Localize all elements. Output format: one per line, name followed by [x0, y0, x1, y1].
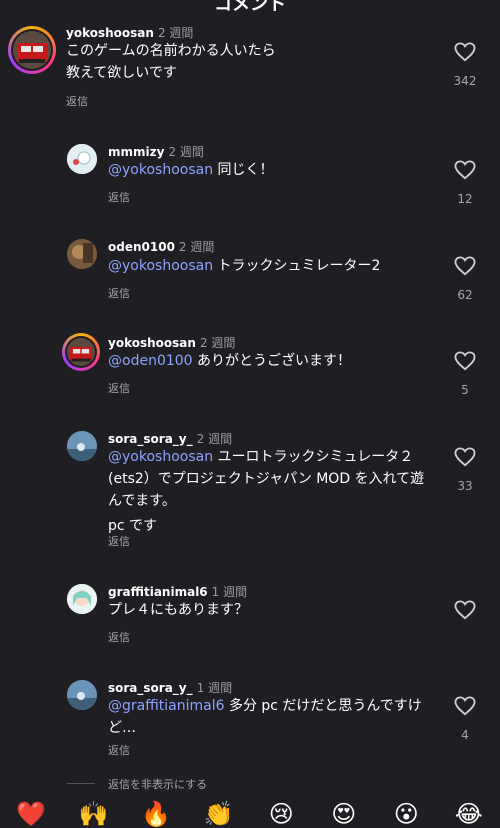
reply-button[interactable]: 返信 [108, 189, 130, 205]
comment-text: @yokoshoosan 同じく！ [108, 162, 274, 178]
sky-photo-image [67, 431, 97, 461]
heart-icon [454, 160, 476, 180]
comment-text: @yokoshoosan ユーロトラックシミュレータ２ (ets2）でプロジェク… [108, 449, 425, 534]
comment-time: 2 週間 [196, 432, 233, 446]
comment-username[interactable]: oden0100 [108, 240, 175, 254]
like-button[interactable]: 342 [445, 42, 485, 88]
heart-eyes-emoji-button[interactable]: 😍 [324, 800, 364, 828]
like-count: 4 [461, 728, 469, 742]
heart-emoji-button[interactable]: ❤️ [11, 800, 51, 828]
like-button[interactable]: 4 [445, 696, 485, 742]
comment-time: 1 週間 [196, 681, 233, 695]
brown-photo-image [67, 239, 97, 269]
red-truck-image [67, 338, 95, 366]
comment-time: 2 週間 [168, 145, 204, 159]
heart-icon [454, 600, 476, 620]
mention-link[interactable]: @graffitianimal6 [108, 698, 225, 714]
crying-emoji-button[interactable]: 😢 [261, 800, 301, 828]
like-button[interactable]: 12 [445, 160, 485, 206]
reply-button[interactable]: 返信 [66, 93, 88, 109]
avatar[interactable] [62, 333, 100, 371]
page-title: コメント [214, 0, 286, 15]
emoji-reaction-bar: ❤️ 🙌 🔥 👏 😢 😍 😮 😂 [0, 800, 500, 828]
reply-button[interactable]: 返信 [108, 629, 130, 645]
clapping-emoji-button[interactable]: 👏 [199, 800, 239, 828]
heart-icon [454, 256, 476, 276]
raised-hands-emoji-button[interactable]: 🙌 [74, 800, 114, 828]
like-button[interactable]: 5 [445, 351, 485, 397]
reply-button[interactable]: 返信 [108, 742, 130, 758]
like-count: 33 [457, 479, 473, 493]
reply-button[interactable]: 返信 [108, 533, 130, 549]
mention-link[interactable]: @yokoshoosan [108, 162, 213, 178]
like-count: 342 [453, 74, 477, 88]
like-count: 5 [461, 383, 469, 397]
avatar[interactable] [67, 431, 97, 461]
comment-time: 2 週間 [178, 240, 215, 254]
anime-girl-image [67, 584, 97, 614]
like-button[interactable]: 62 [445, 256, 485, 302]
avatar[interactable] [67, 584, 97, 614]
heart-icon [454, 447, 476, 467]
laughing-emoji-button[interactable]: 😂 [449, 800, 489, 828]
comment-username[interactable]: sora_sora_y_ [108, 432, 193, 446]
heart-icon [454, 351, 476, 371]
comment-username[interactable]: sora_sora_y_ [108, 681, 193, 695]
heart-icon [454, 696, 476, 716]
reply-button[interactable]: 返信 [108, 285, 130, 301]
comment-time: 2 週間 [157, 26, 194, 40]
avatar[interactable] [67, 239, 97, 269]
avatar[interactable] [8, 26, 56, 74]
red-truck-image [13, 31, 51, 69]
like-button[interactable] [445, 600, 485, 632]
comments-page: コメント yokoshoosan 2 週間 このゲームの名前わかる人いたら 教えて… [0, 0, 500, 828]
comment-username[interactable]: mmmizy [108, 145, 164, 159]
hide-replies-button[interactable]: 返信を非表示にする [108, 776, 207, 792]
avatar[interactable] [67, 680, 97, 710]
reply-button[interactable]: 返信 [108, 380, 130, 396]
comment-text: @graffitianimal6 多分 pc だけだと思うんですけ ど… [108, 698, 422, 736]
comment-text: プレ４にもあります？ [108, 602, 248, 618]
like-count: 12 [457, 192, 473, 206]
heart-icon [454, 42, 476, 62]
like-count: 62 [457, 288, 473, 302]
divider [67, 783, 95, 784]
comment-username[interactable]: yokoshoosan [108, 336, 196, 350]
comment-text: @oden0100 ありがとうございます！ [108, 353, 352, 369]
like-button[interactable]: 33 [445, 447, 485, 493]
comment-text: このゲームの名前わかる人いたら 教えて欲しいです [66, 43, 276, 81]
white-sketch-image [67, 144, 97, 174]
mention-link[interactable]: @yokoshoosan [108, 258, 213, 274]
comment-text: @yokoshoosan トラックシュミレーター2 [108, 258, 381, 274]
sky-photo-image [67, 680, 97, 710]
avatar[interactable] [67, 144, 97, 174]
surprised-emoji-button[interactable]: 😮 [386, 800, 426, 828]
comment-username[interactable]: graffitianimal6 [108, 585, 208, 599]
comment-username[interactable]: yokoshoosan [66, 26, 154, 40]
comment-time: 1 週間 [211, 585, 248, 599]
fire-emoji-button[interactable]: 🔥 [136, 800, 176, 828]
mention-link[interactable]: @oden0100 [108, 353, 193, 369]
comment-time: 2 週間 [199, 336, 236, 350]
mention-link[interactable]: @yokoshoosan [108, 449, 213, 465]
